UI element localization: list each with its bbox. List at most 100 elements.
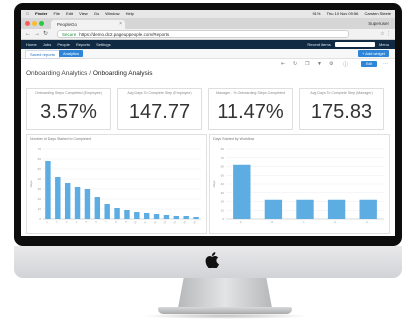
- bar: [183, 216, 189, 219]
- menu-button[interactable]: Menu: [379, 42, 389, 47]
- y-tick-label: 20: [221, 200, 225, 204]
- info-icon[interactable]: ⓘ: [343, 61, 348, 68]
- kpi-card[interactable]: Avg Days To Complete Step (Employee) 147…: [117, 88, 202, 130]
- bar: [104, 204, 110, 219]
- y-tick-label: 0: [39, 217, 41, 221]
- y-tick-label: 40: [221, 182, 225, 186]
- x-tick-label: E: [365, 220, 369, 224]
- bar: [233, 164, 251, 219]
- tab-saved-reports[interactable]: Saved reports: [25, 50, 60, 59]
- chart-panel: Number of Days Started to Completed 0 10 2…: [26, 134, 207, 234]
- x-tick-label: 10: [133, 219, 138, 224]
- close-tab-icon[interactable]: ×: [119, 20, 122, 29]
- x-tick-label: 2: [55, 219, 59, 223]
- apple-menu-icon[interactable]: : [26, 10, 29, 18]
- x-tick-label: 5: [84, 219, 88, 223]
- recent-items[interactable]: Recent items: [307, 42, 330, 47]
- menubar-status: 91% Thu 10 Nov 09:56 Carsten Steele: [307, 10, 391, 18]
- kpi-value: 147.77: [128, 101, 191, 123]
- y-tick-label: 50: [221, 173, 225, 177]
- clock: Thu 10 Nov 09:56: [326, 11, 359, 16]
- breadcrumb: Onboarding Analytics / Onboarding Analys…: [26, 70, 152, 77]
- nav-item-people[interactable]: People: [57, 40, 69, 49]
- x-tick-label: 14: [172, 219, 177, 224]
- menubar-item[interactable]: Window: [105, 10, 119, 18]
- y-tick-label: 0: [222, 217, 224, 221]
- kpi-value: 3.57%: [40, 101, 97, 123]
- battery-percent: 91%: [312, 11, 321, 16]
- y-tick-label: 10: [221, 208, 225, 212]
- menubar-item[interactable]: File: [53, 10, 59, 18]
- y-axis-label: Days: [29, 180, 33, 187]
- chart-title: Days Started by Workflow: [213, 137, 255, 141]
- x-tick-label: 6: [94, 219, 98, 223]
- y-tick-label: 70: [221, 156, 225, 160]
- menubar-item[interactable]: Go: [94, 10, 99, 18]
- bar: [84, 189, 91, 219]
- x-tick-label: 16: [192, 219, 197, 224]
- kpi-card[interactable]: Onboarding Steps Completed (Employee) 3.…: [26, 88, 111, 130]
- search-input[interactable]: [334, 42, 375, 48]
- extension-icons[interactable]: ☆ ⋮: [380, 30, 391, 38]
- nav-item-settings[interactable]: Settings: [96, 40, 110, 49]
- browser-profile[interactable]: Superuser: [368, 20, 389, 28]
- menubar-item[interactable]: Help: [126, 10, 134, 18]
- stand-shadow: [140, 313, 310, 319]
- close-window-icon[interactable]: [25, 21, 30, 26]
- x-tick-label: 3: [65, 219, 69, 223]
- x-tick-label: 7: [104, 219, 108, 223]
- app-navbar-right: Recent items Menu: [307, 40, 389, 49]
- y-tick-label: 20: [38, 197, 42, 201]
- x-tick-label: 1: [45, 219, 49, 223]
- chart-panel: Days Started by Workflow 0 10 20 30 40 50 60 70…: [209, 134, 390, 234]
- nav-item-reports[interactable]: Reports: [76, 40, 90, 49]
- x-tick-label: C: [302, 220, 306, 224]
- bar: [74, 187, 81, 219]
- bar: [45, 161, 51, 219]
- filter-icon[interactable]: ▼: [317, 61, 322, 67]
- y-tick-label: 30: [38, 187, 42, 191]
- kpi-card[interactable]: Avg Days To Complete Step (Manager) 175.…: [299, 88, 384, 130]
- more-icon[interactable]: ⋯: [383, 61, 388, 67]
- forward-icon[interactable]: →: [34, 30, 40, 38]
- reload-icon[interactable]: ↻: [43, 30, 48, 38]
- y-tick-label: 60: [221, 165, 225, 169]
- y-axis-label: Days: [212, 180, 216, 187]
- kpi-label: Manager - % Onboarding Steps Completed: [216, 91, 285, 95]
- x-tick-label: 12: [152, 219, 157, 224]
- kpi-card[interactable]: Manager - % Onboarding Steps Completed 1…: [208, 88, 293, 130]
- user-name[interactable]: Carsten Steele: [365, 10, 391, 18]
- minimize-window-icon[interactable]: [32, 21, 37, 26]
- breadcrumb-parent[interactable]: Onboarding Analytics: [26, 70, 87, 77]
- bar: [193, 217, 199, 219]
- menubar-item[interactable]: Finder: [35, 10, 47, 18]
- browser-tab[interactable]: PeopleGo ×: [51, 20, 125, 29]
- back-icon[interactable]: ←: [25, 30, 31, 38]
- settings-icon[interactable]: ⚙: [329, 61, 333, 67]
- copy-icon[interactable]: ❐: [305, 61, 309, 67]
- refresh-icon[interactable]: ↻: [293, 61, 297, 67]
- nav-item-home[interactable]: Home: [26, 40, 37, 49]
- bar: [173, 216, 180, 219]
- kpi-label: Onboarding Steps Completed (Employee): [35, 91, 102, 95]
- url-input[interactable]: Secure https://demo.dc2.pageuppeople.com/…: [57, 30, 349, 38]
- nav-item-jobs[interactable]: Jobs: [43, 40, 51, 49]
- menubar-item[interactable]: Edit: [66, 10, 73, 18]
- bar: [163, 215, 170, 219]
- apple-logo-icon: [205, 252, 219, 268]
- app-navbar: Home Jobs People Reports Settings Recent…: [21, 40, 395, 49]
- y-tick-label: 50: [38, 167, 42, 171]
- tab-analytics[interactable]: Analytics: [59, 50, 84, 57]
- edit-button[interactable]: Edit: [361, 61, 377, 67]
- kpi-value: 11.47%: [217, 101, 284, 123]
- page-title: Onboarding Analysis: [92, 70, 153, 77]
- bar-chart: 010203040506070Days1 2 3 4 5 6 7 8 9 10 11 12 13 14 15…: [29, 147, 201, 225]
- y-tick-label: 70: [38, 147, 42, 151]
- x-tick-label: 9: [124, 219, 128, 223]
- maximize-window-icon[interactable]: [39, 21, 44, 26]
- chart-title: Number of Days Started to Completed: [30, 137, 91, 141]
- tab-title: PeopleGo: [57, 22, 78, 27]
- menubar-item[interactable]: View: [79, 10, 88, 18]
- share-icon[interactable]: ⇤: [281, 61, 285, 67]
- add-widget-button[interactable]: + Add widget: [357, 50, 389, 57]
